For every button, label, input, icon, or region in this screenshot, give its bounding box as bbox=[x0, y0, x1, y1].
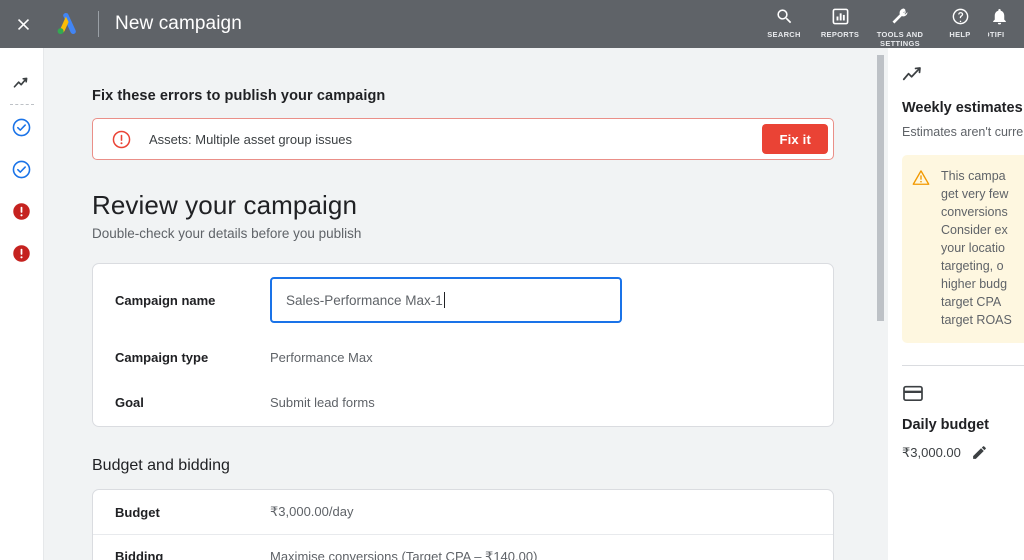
weekly-estimates-subtitle: Estimates aren't curre bbox=[902, 125, 1024, 139]
budget-label: Budget bbox=[115, 504, 160, 520]
scrollbar-thumb[interactable] bbox=[877, 55, 884, 321]
error-circle-icon bbox=[13, 244, 30, 262]
warning-triangle-icon bbox=[912, 167, 932, 191]
rail-item-step-complete-1[interactable] bbox=[0, 114, 43, 140]
text-caret bbox=[443, 292, 445, 308]
error-outline-icon bbox=[111, 129, 133, 150]
campaign-name-value: Sales-Performance Max-1 bbox=[286, 292, 443, 308]
campaign-steps-rail bbox=[0, 48, 44, 560]
rail-item-step-complete-2[interactable] bbox=[0, 156, 43, 182]
help-question-icon bbox=[951, 5, 970, 27]
search-icon bbox=[775, 5, 794, 27]
campaign-type-row: Campaign type Performance Max bbox=[93, 336, 833, 378]
trend-line-icon bbox=[902, 66, 1024, 88]
bidding-row: Bidding Maximise conversions (Target CPA… bbox=[93, 534, 833, 560]
reports-label: REPORTS bbox=[820, 30, 860, 39]
notifications-label: NOTIFI bbox=[988, 30, 1005, 39]
estimates-warning-box: This campa get very few conversions Cons… bbox=[902, 155, 1024, 343]
fix-it-button[interactable]: Fix it bbox=[762, 124, 828, 154]
review-title: Review your campaign bbox=[92, 190, 358, 220]
help-label: HELP bbox=[949, 30, 971, 39]
google-ads-new-campaign-screen: New campaign SEARCH REPORTS TOOLS AND SE… bbox=[0, 0, 1024, 560]
credit-card-icon bbox=[902, 384, 1024, 406]
campaign-summary-card: Campaign name Sales-Performance Max-1 Ca… bbox=[92, 263, 834, 427]
pencil-edit-icon[interactable] bbox=[971, 444, 988, 461]
rail-divider bbox=[10, 104, 34, 105]
search-button[interactable]: SEARCH bbox=[756, 0, 812, 39]
reports-button[interactable]: REPORTS bbox=[812, 0, 868, 39]
campaign-goal-row: Goal Submit lead forms bbox=[93, 378, 833, 426]
campaign-name-input[interactable]: Sales-Performance Max-1 bbox=[270, 277, 622, 323]
page-title: New campaign bbox=[115, 13, 242, 34]
estimates-warning-text: This campa get very few conversions Cons… bbox=[941, 169, 1012, 327]
budget-row: Budget ₹3,000.00/day bbox=[93, 490, 833, 534]
bidding-value: Maximise conversions (Target CPA – ₹140.… bbox=[270, 548, 538, 560]
campaign-name-label: Campaign name bbox=[115, 292, 216, 308]
daily-budget-title: Daily budget bbox=[902, 417, 990, 433]
header-tools: SEARCH REPORTS TOOLS AND SETTINGS HELP T… bbox=[756, 0, 1024, 48]
daily-budget-row: ₹3,000.00 bbox=[902, 444, 1024, 461]
top-header-bar: New campaign SEARCH REPORTS TOOLS AND SE… bbox=[0, 0, 1024, 48]
campaign-type-value: Performance Max bbox=[270, 349, 373, 365]
review-subtitle: Double-check your details before you pub… bbox=[92, 226, 362, 241]
campaign-name-row: Campaign name Sales-Performance Max-1 bbox=[93, 264, 833, 336]
tools-and-settings-button[interactable]: TOOLS AND SETTINGS bbox=[868, 0, 932, 48]
error-banner: Assets: Multiple asset group issues Fix … bbox=[92, 118, 834, 160]
campaign-type-label: Campaign type bbox=[115, 349, 209, 365]
rail-item-step-error-1[interactable] bbox=[0, 198, 43, 224]
error-circle-icon bbox=[13, 202, 30, 220]
google-ads-logo bbox=[46, 0, 90, 48]
campaign-goal-label: Goal bbox=[115, 394, 144, 410]
close-icon[interactable] bbox=[0, 0, 46, 48]
budget-section-title: Budget and bidding bbox=[92, 457, 230, 474]
error-message: Assets: Multiple asset group issues bbox=[149, 131, 353, 147]
help-button[interactable]: HELP bbox=[932, 0, 988, 39]
budget-bidding-card: Budget ₹3,000.00/day Bidding Maximise co… bbox=[92, 489, 834, 560]
bidding-label: Bidding bbox=[115, 549, 164, 560]
daily-budget-value: ₹3,000.00 bbox=[902, 444, 961, 460]
budget-value: ₹3,000.00/day bbox=[270, 504, 354, 519]
tools-and-settings-label: TOOLS AND SETTINGS bbox=[876, 30, 924, 48]
content-scrollbar[interactable] bbox=[876, 48, 886, 560]
review-campaign-panel: Fix these errors to publish your campaig… bbox=[44, 48, 888, 560]
wrench-tools-icon bbox=[890, 5, 910, 27]
check-circle-icon bbox=[12, 160, 31, 178]
panel-divider bbox=[902, 365, 1024, 366]
rail-item-campaign-overview[interactable] bbox=[0, 70, 43, 96]
check-circle-icon bbox=[12, 118, 31, 136]
notifications-button[interactable]: NOTIFI bbox=[988, 0, 1024, 39]
errors-heading: Fix these errors to publish your campaig… bbox=[92, 88, 386, 104]
notifications-bell-icon bbox=[988, 5, 1024, 27]
estimates-side-panel: Weekly estimates Estimates aren't curre … bbox=[890, 48, 1024, 560]
main-content-area: Fix these errors to publish your campaig… bbox=[44, 48, 888, 560]
reports-bar-chart-icon bbox=[831, 5, 850, 27]
campaign-goal-value: Submit lead forms bbox=[270, 394, 375, 410]
rail-item-step-error-2[interactable] bbox=[0, 240, 43, 266]
campaign-trend-icon bbox=[13, 77, 27, 88]
search-label: SEARCH bbox=[767, 30, 801, 39]
weekly-estimates-title: Weekly estimates bbox=[902, 100, 1023, 116]
header-divider bbox=[98, 11, 99, 37]
